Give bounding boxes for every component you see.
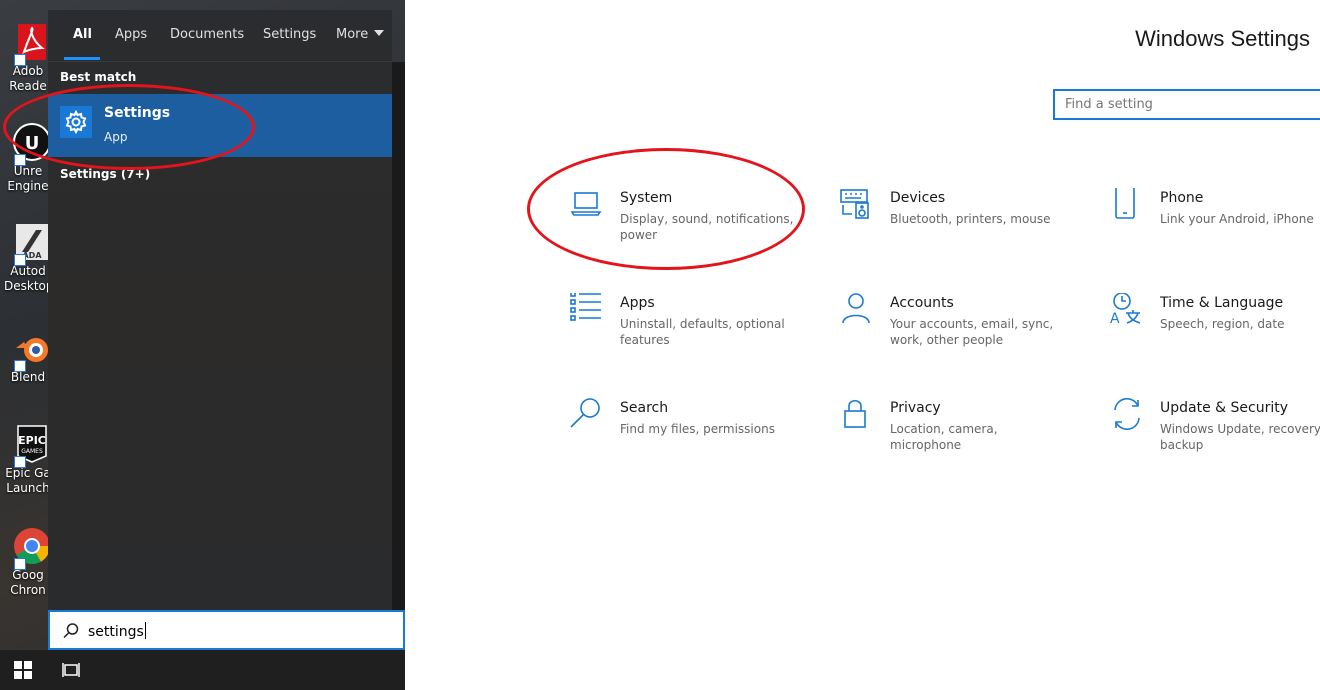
lock-icon bbox=[840, 398, 876, 434]
windows-start-icon[interactable] bbox=[14, 661, 32, 683]
category-title: Apps bbox=[620, 295, 655, 311]
text-caret bbox=[144, 622, 146, 639]
category-devices[interactable]: Devices Bluetooth, printers, mouse bbox=[840, 188, 1100, 258]
category-search[interactable]: Search Find my files, permissions bbox=[570, 398, 830, 468]
taskbar-search-box[interactable]: settings bbox=[48, 610, 405, 650]
tab-more-label: More bbox=[336, 27, 369, 42]
category-time-language[interactable]: A Time & Language Speech, region, date bbox=[1110, 292, 1320, 363]
desktop-icon-label: Reade bbox=[9, 79, 47, 93]
search-icon bbox=[570, 398, 606, 434]
settings-results-group[interactable]: Settings (7+) bbox=[60, 167, 150, 181]
start-search-panel: All Apps Documents Settings More Best ma… bbox=[48, 10, 392, 610]
category-title: Privacy bbox=[890, 400, 941, 416]
blender-icon bbox=[12, 328, 52, 372]
window-title: Windows Settings bbox=[1135, 26, 1310, 51]
desktop-icon-label: Launch bbox=[6, 481, 50, 495]
adobe-reader-icon bbox=[12, 22, 52, 66]
tab-apps[interactable]: Apps bbox=[115, 27, 147, 42]
category-title: Devices bbox=[890, 190, 946, 206]
desktop-icon-label: Chron bbox=[10, 583, 46, 597]
category-description: Uninstall, defaults, optional features bbox=[620, 317, 785, 347]
desktop-icon-label: Desktop bbox=[4, 279, 52, 293]
find-setting-box[interactable] bbox=[1053, 89, 1320, 120]
desktop-icon-label: Epic Ga bbox=[5, 466, 51, 480]
unreal-engine-icon: U bbox=[12, 122, 52, 166]
category-description: Location, camera, microphone bbox=[890, 422, 998, 452]
best-match-result-settings[interactable]: Settings App bbox=[48, 94, 392, 157]
epic-games-icon: EPIC GAMES bbox=[12, 424, 52, 468]
category-description: Your accounts, email, sync, work, other … bbox=[890, 317, 1054, 347]
sync-icon bbox=[1110, 397, 1146, 434]
category-title: Time & Language bbox=[1160, 295, 1284, 311]
svg-text:GAMES: GAMES bbox=[21, 448, 43, 455]
category-accounts[interactable]: Accounts Your accounts, email, sync, wor… bbox=[840, 293, 1100, 363]
tab-settings[interactable]: Settings bbox=[263, 27, 316, 42]
category-title: Phone bbox=[1160, 190, 1204, 206]
person-icon bbox=[840, 293, 876, 329]
screen: Adob Reade U Unre Engine ADA Autod Deskt… bbox=[0, 0, 1320, 690]
autodesk-desktop-icon: ADA bbox=[12, 222, 52, 266]
google-chrome-icon bbox=[12, 526, 52, 570]
category-phone[interactable]: Phone Link your Android, iPhone bbox=[1110, 186, 1320, 258]
category-update-security[interactable]: Update & Security Windows Update, recove… bbox=[1110, 397, 1320, 468]
time-language-icon: A bbox=[1110, 292, 1146, 329]
search-filter-tabs: All Apps Documents Settings More bbox=[48, 10, 392, 62]
active-tab-indicator bbox=[64, 57, 100, 60]
start-panel-edge bbox=[392, 62, 405, 610]
svg-text:EPIC: EPIC bbox=[18, 434, 46, 447]
tab-documents[interactable]: Documents bbox=[170, 27, 244, 42]
best-match-subtitle: App bbox=[104, 130, 128, 144]
category-description: Display, sound, notifications, power bbox=[620, 212, 794, 242]
desktop-icon-label: Autod bbox=[10, 264, 46, 278]
svg-text:A: A bbox=[1110, 311, 1120, 327]
search-query: settings bbox=[88, 624, 144, 640]
category-system[interactable]: System Display, sound, notifications, po… bbox=[570, 188, 830, 258]
best-match-title: Settings bbox=[104, 105, 171, 121]
gear-icon bbox=[60, 106, 92, 138]
keyboard-speaker-icon bbox=[840, 188, 876, 224]
category-title: Update & Security bbox=[1160, 400, 1289, 416]
find-setting-input[interactable] bbox=[1055, 91, 1320, 118]
category-description: Find my files, permissions bbox=[620, 422, 775, 436]
tab-all[interactable]: All bbox=[73, 27, 92, 42]
laptop-icon bbox=[570, 188, 606, 224]
chevron-down-icon bbox=[374, 30, 385, 36]
desktop-icon-label: Blend bbox=[10, 370, 46, 384]
svg-text:U: U bbox=[25, 133, 40, 154]
category-description: Bluetooth, printers, mouse bbox=[890, 212, 1051, 226]
category-description: Speech, region, date bbox=[1160, 317, 1285, 331]
category-description: Windows Update, recovery, backup bbox=[1160, 422, 1320, 452]
taskbar bbox=[0, 650, 405, 690]
desktop-icon-label: Adob bbox=[12, 64, 44, 78]
phone-icon bbox=[1110, 186, 1146, 224]
category-title: System bbox=[620, 190, 673, 206]
category-title: Search bbox=[620, 400, 669, 416]
search-input[interactable]: settings bbox=[88, 622, 146, 640]
task-view-icon[interactable] bbox=[62, 661, 80, 683]
desktop-icon-label: Goog bbox=[12, 568, 44, 582]
windows-settings-window: Windows Settings System Display, sound, … bbox=[405, 0, 1320, 690]
apps-list-icon bbox=[570, 291, 606, 329]
category-apps[interactable]: Apps Uninstall, defaults, optional featu… bbox=[570, 291, 830, 363]
category-title: Accounts bbox=[890, 295, 954, 311]
category-privacy[interactable]: Privacy Location, camera, microphone bbox=[840, 398, 1100, 468]
best-match-heading: Best match bbox=[60, 70, 137, 84]
category-description: Link your Android, iPhone bbox=[1160, 212, 1314, 226]
desktop-icon-label: Engine bbox=[7, 179, 49, 193]
search-icon bbox=[62, 622, 80, 644]
tab-more[interactable]: More bbox=[336, 27, 385, 42]
desktop-icon-label: Unre bbox=[13, 164, 43, 178]
